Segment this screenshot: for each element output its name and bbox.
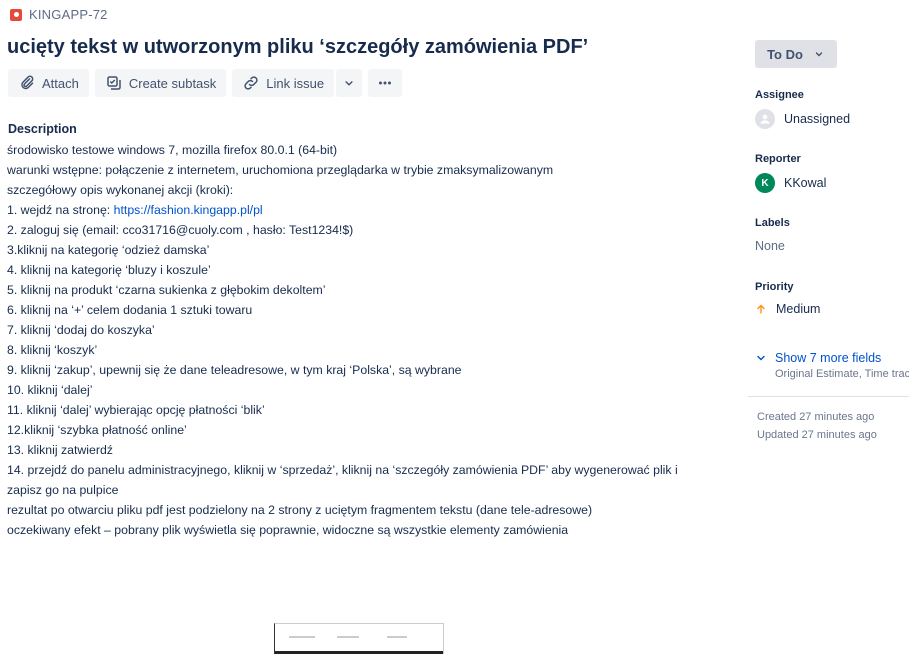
reporter-avatar: K <box>755 173 775 193</box>
link-icon <box>244 76 258 90</box>
attach-label: Attach <box>42 75 79 91</box>
create-subtask-label: Create subtask <box>128 75 217 91</box>
sidebar-divider <box>748 396 909 397</box>
issue-toolbar: Attach Create subtask Link issue <box>8 69 403 97</box>
description-line: 3.kliknij na kategorię ‘odzież damska’ <box>7 243 210 257</box>
description-line: 13. kliknij zatwierdź <box>7 443 113 457</box>
description-line: szczegółowy opis wykonanej akcji (kroki)… <box>7 183 234 197</box>
description-line: 5. kliknij na produkt ‘czarna sukienka z… <box>7 283 326 297</box>
step-1-text: 1. wejdź na stronę: <box>7 203 114 217</box>
description-line: oczekiwany efekt – pobrany plik wyświetl… <box>7 523 569 537</box>
description-line: 7. kliknij ‘dodaj do koszyka’ <box>7 323 155 337</box>
description-line: zapisz go na pulpice <box>7 483 119 497</box>
status-dropdown[interactable]: To Do <box>755 40 837 68</box>
show-more-fields-button[interactable]: Show 7 more fields <box>755 351 881 365</box>
fashion-link[interactable]: https://fashion.kingapp.pl/pl <box>114 203 263 217</box>
description-line: 10. kliknij ‘dalej’ <box>7 383 93 397</box>
description-heading: Description <box>8 122 77 136</box>
chevron-down-icon <box>345 81 353 86</box>
priority-label: Priority <box>755 281 794 293</box>
description-line: 12.kliknij ‘szybka płatność online’ <box>7 423 187 437</box>
thumbnail-text-line <box>337 636 359 638</box>
description-line: 9. kliknij ‘zakup’, upewnij się że dane … <box>7 363 462 377</box>
assignee-label: Assignee <box>755 89 804 101</box>
description-line: 4. kliknij na kategorię ‘bluzy i koszule… <box>7 263 211 277</box>
person-icon <box>760 114 770 124</box>
issue-key[interactable]: KINGAPP-72 <box>29 7 108 22</box>
description-line: 6. kliknij na ‘+’ celem dodania 1 sztuki… <box>7 303 253 317</box>
reporter-label: Reporter <box>755 153 801 165</box>
create-subtask-button[interactable]: Create subtask <box>94 69 227 97</box>
arrow-up-priority-icon <box>757 304 765 314</box>
description-line: 14. przejdź do panelu administracyjnego,… <box>7 463 678 477</box>
reporter-value: KKowal <box>784 176 827 190</box>
more-actions-button[interactable] <box>368 69 403 97</box>
thumbnail-bottom-bar <box>275 651 443 654</box>
description-line: warunki wstępne: połączenie z internetem… <box>7 163 554 177</box>
link-issue-button[interactable]: Link issue <box>232 69 335 97</box>
thumbnail-text-line <box>387 636 407 638</box>
link-issue-label: Link issue <box>266 75 325 91</box>
created-timestamp: Created 27 minutes ago <box>757 411 875 423</box>
details-sidebar: To Do Assignee Unassigned Reporter K KKo… <box>748 40 909 441</box>
subtask-icon <box>107 76 121 90</box>
issue-title[interactable]: ucięty tekst w utworzonym pliku ‘szczegó… <box>7 36 588 59</box>
unassigned-avatar-icon <box>755 109 775 129</box>
description-line: 1. wejdź na stronę: https://fashion.king… <box>7 200 707 220</box>
attach-button[interactable]: Attach <box>8 69 89 97</box>
issue-key-row: KINGAPP-72 <box>10 7 108 22</box>
labels-label: Labels <box>755 217 790 229</box>
bug-issue-type-icon <box>10 8 22 21</box>
show-more-subtitle: Original Estimate, Time tracking <box>775 368 909 380</box>
assignee-field[interactable]: Unassigned <box>755 109 850 129</box>
show-more-label: Show 7 more fields <box>775 351 882 365</box>
description-line: rezultat po otwarciu pliku pdf jest podz… <box>7 503 593 517</box>
chevron-down-icon <box>815 52 823 57</box>
paperclip-icon <box>21 75 34 90</box>
assignee-value: Unassigned <box>784 112 851 126</box>
more-icon <box>379 81 392 85</box>
thumbnail-text-line <box>289 636 315 638</box>
priority-value: Medium <box>776 302 821 316</box>
description-line: 2. zaloguj się (email: cco31716@cuoly.co… <box>7 223 354 237</box>
link-issue-dropdown[interactable] <box>336 69 363 97</box>
priority-field[interactable]: Medium <box>755 302 820 316</box>
reporter-field[interactable]: K KKowal <box>755 173 826 193</box>
link-issue-split: Link issue <box>232 69 363 97</box>
status-label: To Do <box>767 46 803 62</box>
description-line: 11. kliknij ‘dalej’ wybierając opcję pła… <box>7 403 265 417</box>
attachment-thumbnail[interactable] <box>274 623 444 654</box>
chevron-down-icon <box>757 355 765 361</box>
description-line: środowisko testowe windows 7, mozilla fi… <box>7 143 338 157</box>
labels-value[interactable]: None <box>755 239 785 253</box>
updated-timestamp: Updated 27 minutes ago <box>757 429 877 441</box>
description-line: 8. kliknij ‘koszyk’ <box>7 343 98 357</box>
description-body[interactable]: środowisko testowe windows 7, mozilla fi… <box>7 140 707 540</box>
